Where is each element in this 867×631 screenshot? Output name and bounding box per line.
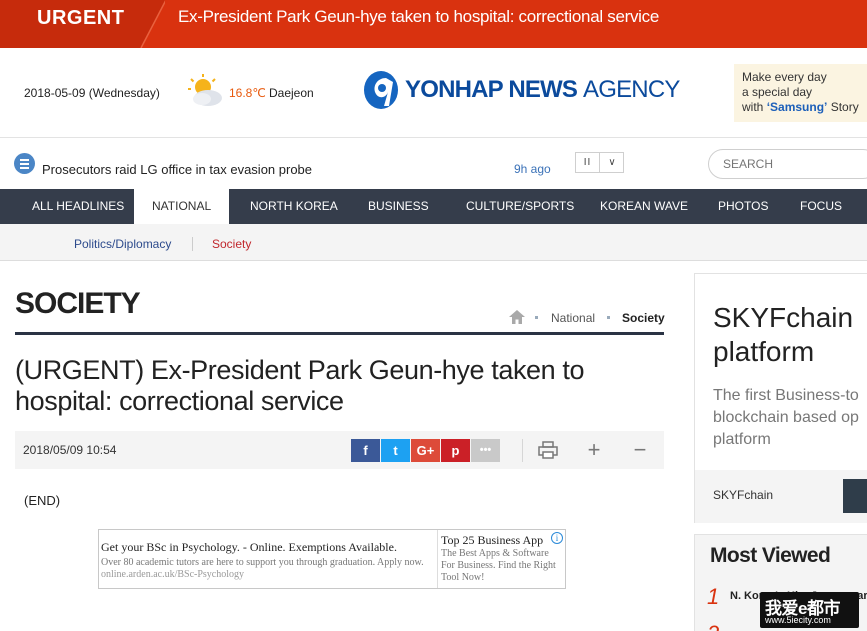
- logo-bold: YONHAP NEWS: [405, 76, 578, 103]
- main-nav: ALL HEADLINES NATIONAL NORTH KOREA BUSIN…: [0, 189, 867, 224]
- ad-left-desc-text: Over 80 academic tutors are here to supp…: [101, 557, 424, 568]
- zoom-in-icon[interactable]: +: [581, 438, 607, 462]
- article-body: (END): [24, 493, 61, 508]
- ad-right[interactable]: Top 25 Business App The Best Apps & Soft…: [441, 533, 565, 584]
- subnav-divider: [192, 237, 193, 251]
- pinterest-share-icon[interactable]: p: [441, 439, 470, 462]
- breadcrumb-separator: [535, 316, 538, 319]
- ad-left-url: online.arden.ac.uk/BSc-Psychology: [101, 569, 245, 580]
- watermark: 我爱e都市 www.5iecity.com: [760, 592, 859, 628]
- logo-text: YONHAP NEWS AGENCY: [405, 76, 680, 104]
- nav-business[interactable]: BUSINESS: [368, 189, 429, 224]
- sponsored-title: SKYFchain platform: [713, 301, 853, 369]
- ad-right-title: Top 25 Business App: [441, 533, 544, 547]
- article-datetime: 2018/05/09 10:54: [23, 443, 117, 457]
- more-share-icon[interactable]: •••: [471, 439, 500, 462]
- promo-suffix: Story: [830, 100, 859, 114]
- facebook-share-icon[interactable]: f: [351, 439, 380, 462]
- search-input[interactable]: [708, 149, 867, 179]
- sponsored-title-line2: platform: [713, 336, 815, 367]
- news-ticker: Prosecutors raid LG office in tax evasio…: [0, 139, 867, 189]
- googleplus-share-icon[interactable]: G+: [411, 439, 440, 462]
- sponsored-cta-button[interactable]: [843, 479, 867, 513]
- nav-culture-sports[interactable]: CULTURE/SPORTS: [466, 189, 574, 224]
- nav-all-headlines[interactable]: ALL HEADLINES: [32, 189, 124, 224]
- ad-info-icon[interactable]: i: [551, 532, 563, 544]
- promo-prefix: with: [742, 100, 764, 114]
- yonhap-logo-icon: [364, 71, 398, 109]
- ad-banner[interactable]: Get your BSc in Psychology. - Online. Ex…: [98, 529, 566, 589]
- sponsored-card[interactable]: SKYFchain platform The first Business-to…: [694, 273, 867, 523]
- article-toolbar: 2018/05/09 10:54 f t G+ p ••• + −: [15, 431, 664, 469]
- promo-line1: Make every day: [742, 70, 827, 84]
- promo-line3: with ‘Samsung’ Story: [742, 100, 867, 115]
- sponsored-advertiser: SKYFchain: [713, 488, 774, 502]
- home-icon[interactable]: [509, 310, 525, 324]
- article-title: (URGENT) Ex-President Park Geun-hye take…: [15, 355, 585, 416]
- nav-photos[interactable]: PHOTOS: [718, 189, 768, 224]
- current-date: 2018-05-09 (Wednesday): [24, 86, 160, 100]
- urgent-headline[interactable]: Ex-President Park Geun-hye taken to hosp…: [178, 7, 659, 27]
- ad-left-desc: Over 80 academic tutors are here to supp…: [101, 557, 437, 581]
- promo-brand: ‘Samsung’: [766, 100, 828, 114]
- nav-focus[interactable]: FOCUS: [800, 189, 842, 224]
- watermark-line2: www.5iecity.com: [765, 615, 831, 625]
- most-viewed-title: Most Viewed: [710, 544, 831, 567]
- toolbar-divider: [522, 439, 523, 462]
- sponsored-desc-line3: platform: [713, 431, 771, 448]
- chevron-down-icon[interactable]: ∨: [600, 153, 624, 172]
- sub-nav: Politics/Diplomacy Society: [0, 224, 867, 261]
- ticker-time: 9h ago: [514, 162, 551, 176]
- partly-cloudy-icon: [188, 74, 222, 106]
- ad-left[interactable]: Get your BSc in Psychology. - Online. Ex…: [101, 540, 437, 581]
- pause-button[interactable]: II: [576, 153, 600, 172]
- twitter-share-icon[interactable]: t: [381, 439, 410, 462]
- urgent-label: URGENT: [37, 7, 125, 29]
- breadcrumb-separator: [607, 316, 610, 319]
- sponsored-footer: SKYFchain: [695, 470, 867, 523]
- section-rule: [15, 332, 664, 335]
- news-list-icon: [14, 153, 35, 174]
- subnav-politics[interactable]: Politics/Diplomacy: [74, 237, 171, 251]
- urgent-tag: URGENT: [0, 0, 165, 48]
- ad-left-title: Get your BSc in Psychology. - Online. Ex…: [101, 540, 397, 554]
- samsung-promo[interactable]: Make every day a special day with ‘Samsu…: [734, 64, 867, 122]
- weather-city: Daejeon: [269, 86, 314, 100]
- zoom-out-icon[interactable]: −: [627, 438, 653, 462]
- yonhap-logo[interactable]: YONHAP NEWS AGENCY: [362, 70, 697, 114]
- sponsored-desc-line2: blockchain based op: [713, 409, 859, 426]
- ticker-headline[interactable]: Prosecutors raid LG office in tax evasio…: [42, 162, 312, 177]
- sponsored-desc: The first Business-to blockchain based o…: [713, 385, 859, 451]
- sponsored-desc-line1: The first Business-to: [713, 387, 859, 404]
- section-title: SOCIETY: [15, 287, 141, 320]
- temperature: 16.8℃: [229, 86, 266, 100]
- breadcrumb-national[interactable]: National: [551, 311, 595, 325]
- ad-right-desc: The Best Apps & Software For Business. F…: [441, 548, 556, 583]
- site-header: 2018-05-09 (Wednesday) 16.8℃ Daejeon YON…: [0, 48, 867, 138]
- most-viewed-rank: 2: [707, 621, 719, 631]
- sponsored-title-line1: SKYFchain: [713, 302, 854, 333]
- nav-north-korea[interactable]: NORTH KOREA: [250, 189, 338, 224]
- subnav-society[interactable]: Society: [212, 237, 251, 251]
- most-viewed-rank: 1: [707, 584, 720, 609]
- breadcrumb-society[interactable]: Society: [622, 311, 665, 325]
- nav-korean-wave[interactable]: KOREAN WAVE: [600, 189, 688, 224]
- promo-line2: a special day: [742, 85, 813, 99]
- urgent-banner[interactable]: URGENT Ex-President Park Geun-hye taken …: [0, 0, 867, 48]
- ad-divider: [437, 530, 438, 588]
- logo-light: AGENCY: [583, 76, 680, 103]
- nav-national[interactable]: NATIONAL: [134, 189, 230, 224]
- ticker-controls: II ∨: [575, 152, 624, 173]
- print-icon[interactable]: [535, 438, 561, 462]
